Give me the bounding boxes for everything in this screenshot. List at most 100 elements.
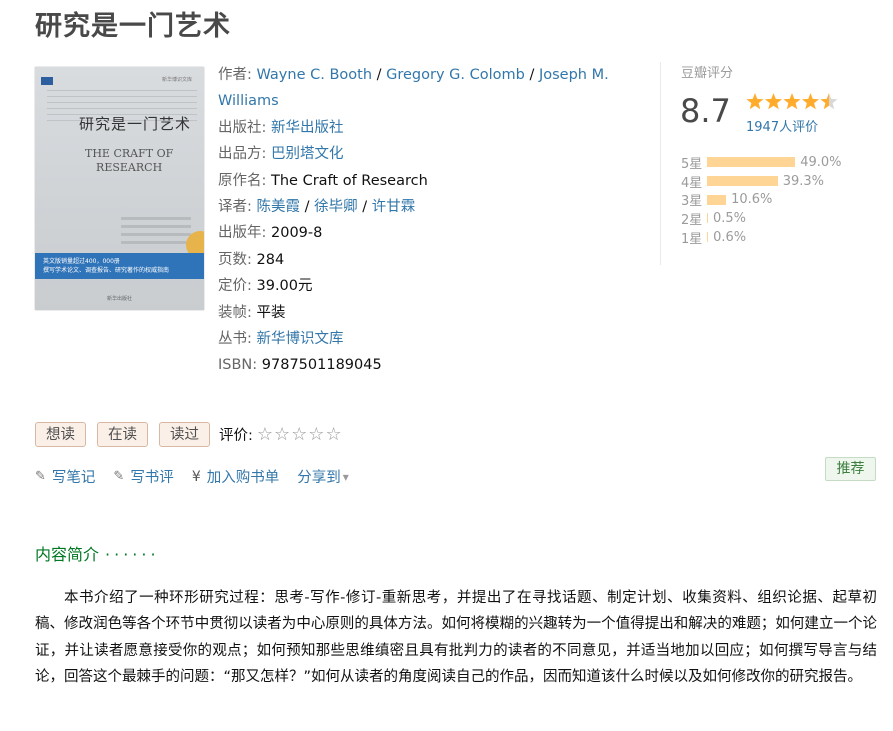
original-title-value: The Craft of Research	[271, 172, 428, 189]
pages-label: 页数:	[218, 251, 252, 268]
cover-series-text: 新华博识文库	[161, 77, 192, 83]
rating-dist-row: 1星 0.6%	[681, 228, 842, 247]
publisher-link[interactable]: 新华出版社	[271, 120, 344, 136]
share-label[interactable]: 分享到	[297, 466, 341, 487]
share-dropdown[interactable]: 分享到 ▾	[297, 466, 349, 487]
rating-distribution: 5星 49.0% 4星 39.3% 3星 10.6% 2星 0.5% 1星 0.6%	[681, 153, 842, 247]
cover-chinese-title: 研究是一门艺术	[79, 115, 192, 133]
page-title: 研究是一门艺术	[35, 11, 231, 42]
rating-dist-bar	[707, 232, 709, 243]
price-value: 39.00元	[256, 278, 313, 295]
info-translators: 译者: 陈美霞 / 徐毕卿 / 许甘霖	[218, 194, 638, 220]
binding-label: 装帧:	[218, 304, 252, 321]
pencil-icon: ✎	[35, 469, 46, 484]
rating-dist-label: 5星	[681, 156, 703, 172]
cover-authors-block	[121, 212, 191, 249]
author-link-booth[interactable]: Wayne C. Booth	[257, 67, 373, 83]
producer-link[interactable]: 巴别塔文化	[271, 146, 344, 162]
book-cover-image[interactable]: 新华博识文库 研究是一门艺术 THE CRAFT OF RESEARCH 英文版…	[35, 67, 204, 310]
separator: /	[362, 199, 368, 216]
rating-dist-bar	[707, 194, 727, 205]
add-to-cart-link[interactable]: ¥ 加入购书单	[192, 466, 279, 487]
info-binding: 装帧: 平装	[218, 300, 638, 326]
cover-band-line1: 英文版销量超过400，000册	[43, 258, 120, 265]
yen-icon: ¥	[191, 468, 201, 485]
add-to-cart-label[interactable]: 加入购书单	[207, 466, 280, 487]
recommend-button[interactable]: 推荐	[825, 457, 876, 481]
book-info: 作者: Wayne C. Booth / Gregory G. Colomb /…	[218, 62, 638, 379]
want-to-read-button[interactable]: 想读	[35, 422, 86, 447]
info-publisher: 出版社: 新华出版社	[218, 115, 638, 141]
intro-heading-text: 内容简介	[35, 545, 100, 564]
info-price: 定价: 39.00元	[218, 273, 638, 299]
write-review-label[interactable]: 写书评	[130, 466, 174, 487]
rating-dist-label: 3星	[681, 194, 703, 210]
separator: /	[376, 67, 382, 83]
isbn-value: 9787501189045	[261, 357, 382, 374]
chevron-down-icon: ▾	[342, 469, 349, 484]
info-isbn: ISBN: 9787501189045	[218, 352, 638, 378]
translator-link-1[interactable]: 陈美霞	[257, 199, 301, 215]
cover-publisher: 新华出版社	[106, 296, 132, 302]
rating-dist-percent: 0.5%	[713, 210, 747, 226]
separator: /	[304, 199, 310, 216]
publisher-logo-icon	[41, 77, 53, 85]
binding-value: 平装	[256, 304, 286, 321]
cover-english-title: THE CRAFT OF RESEARCH	[85, 147, 173, 175]
original-title-label: 原作名:	[218, 172, 267, 189]
info-pages: 页数: 284	[218, 247, 638, 273]
rating-dist-row: 2星 0.5%	[681, 209, 842, 228]
rating-dist-row: 5星 49.0%	[681, 153, 842, 172]
isbn-label: ISBN:	[218, 357, 258, 374]
author-label: 作者:	[218, 67, 252, 83]
price-label: 定价:	[218, 278, 252, 295]
cover-english-title-line2: RESEARCH	[96, 161, 163, 174]
rating-dist-label: 4星	[681, 175, 703, 191]
rating-score: 8.7	[680, 92, 731, 130]
rating-star	[764, 93, 783, 110]
write-review-link[interactable]: ✎ 写书评	[113, 466, 173, 487]
rating-star	[746, 93, 764, 110]
publisher-label: 出版社:	[218, 119, 267, 136]
producer-label: 出品方:	[218, 146, 267, 163]
cover-band: 英文版销量超过400，000册 撰写学术论文、调查报告、研究著作的权威指南	[35, 253, 204, 279]
rate-label: 评价:	[219, 428, 253, 444]
rating-dist-label: 2星	[681, 212, 703, 228]
write-note-label[interactable]: 写笔记	[52, 466, 96, 487]
pubdate-value: 2009-8	[271, 225, 323, 242]
translator-link-2[interactable]: 徐毕卿	[314, 199, 358, 215]
rating-dist-row: 3星 10.6%	[681, 190, 842, 209]
rating-panel: 豆瓣评分 8.7 1947人评价 5星 49.0% 4星 39.3% 3星 10.6% 2星…	[660, 62, 861, 265]
intro-more-dots[interactable]: ······	[105, 545, 160, 564]
info-producer: 出品方: 巴别塔文化	[218, 141, 638, 167]
info-authors: 作者: Wayne C. Booth / Gregory G. Colomb /…	[218, 62, 638, 115]
rating-dist-label: 1星	[681, 231, 703, 247]
intro-heading: 内容简介 ······	[35, 541, 160, 565]
secondary-links: ✎ 写笔记 ✎ 写书评 ¥ 加入购书单 分享到 ▾	[35, 466, 367, 487]
info-original-title: 原作名: The Craft of Research	[218, 168, 638, 194]
cover-english-title-line1: THE CRAFT OF	[85, 147, 174, 160]
user-rating-stars[interactable]: ☆☆☆☆☆	[257, 424, 343, 445]
author-link-colomb[interactable]: Gregory G. Colomb	[386, 67, 525, 83]
rating-stars-icon	[746, 93, 838, 110]
rating-star	[783, 93, 801, 110]
rating-star	[801, 93, 820, 110]
rating-dist-percent: 39.3%	[782, 173, 825, 189]
rating-count-link[interactable]: 1947人评价	[746, 116, 818, 135]
rating-dist-percent: 0.6%	[713, 229, 747, 245]
translator-link-3[interactable]: 许甘霖	[372, 199, 416, 215]
write-note-link[interactable]: ✎ 写笔记	[35, 466, 95, 487]
info-pubdate: 出版年: 2009-8	[218, 220, 638, 246]
rating-label: 豆瓣评分	[681, 66, 734, 81]
cover-band-line2: 撰写学术论文、调查报告、研究著作的权威指南	[43, 267, 170, 274]
pubdate-label: 出版年:	[218, 225, 267, 242]
series-link[interactable]: 新华博识文库	[257, 331, 344, 347]
pages-value: 284	[256, 251, 285, 268]
have-read-button[interactable]: 读过	[159, 422, 210, 447]
reading-button[interactable]: 在读	[97, 422, 148, 447]
rating-dist-percent: 49.0%	[800, 154, 842, 170]
rating-dist-bar	[707, 157, 796, 168]
rating-dist-bar	[707, 176, 778, 187]
series-label: 丛书:	[218, 331, 252, 348]
separator: /	[529, 67, 535, 83]
